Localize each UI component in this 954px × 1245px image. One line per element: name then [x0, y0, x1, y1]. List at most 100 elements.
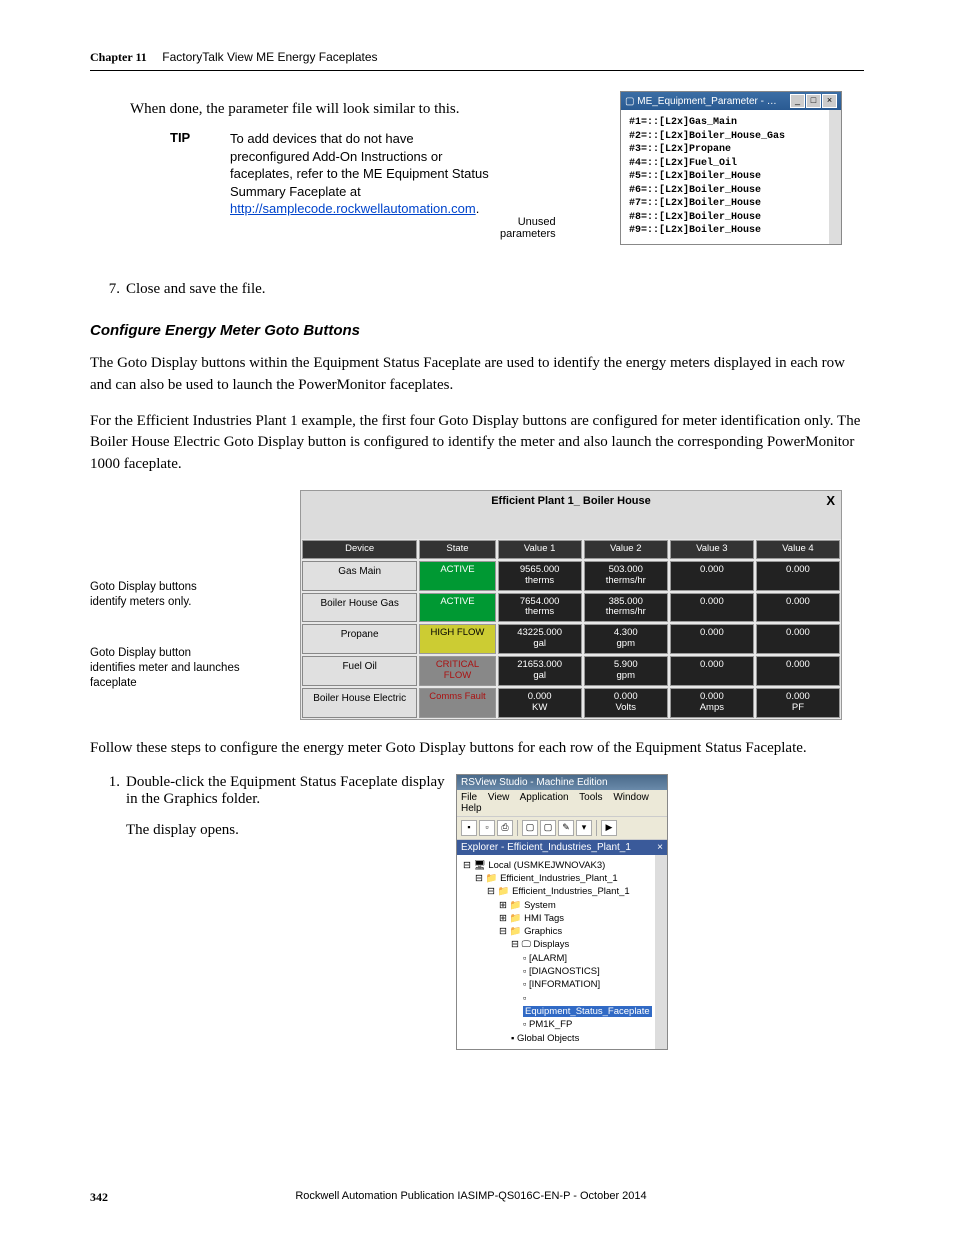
param-line: #6=::[L2x]Boiler_House	[629, 184, 821, 198]
faceplate-row: Boiler House ElectricComms Fault0.000 KW…	[301, 687, 841, 719]
faceplate-callouts: Goto Display buttons identify meters onl…	[90, 490, 300, 719]
toolbar-button[interactable]: ▾	[576, 820, 592, 836]
state-cell: Comms Fault	[419, 688, 495, 718]
parameter-list: #1=::[L2x]Gas_Main #2=::[L2x]Boiler_Hous…	[621, 110, 841, 244]
tree-node[interactable]: ⊟ 📁 Efficient_Industries_Plant_1	[487, 885, 649, 898]
faceplate-row: Boiler House GasACTIVE7654.000 therms385…	[301, 592, 841, 624]
param-line: #5=::[L2x]Boiler_House	[629, 170, 821, 184]
state-cell: HIGH FLOW	[419, 624, 495, 654]
callout-line: faceplate	[90, 676, 300, 691]
chapter-label: Chapter 11	[90, 50, 147, 64]
parameter-window-title: ME_Equipment_Parameter - …	[637, 96, 777, 107]
tree-node[interactable]: ▪ Global Objects	[511, 1032, 649, 1045]
faceplate-table: Efficient Plant 1_ Boiler House X Device…	[300, 490, 842, 720]
maximize-icon[interactable]: □	[806, 94, 821, 108]
callout-line: identifies meter and launches	[90, 661, 300, 676]
goto-display-button[interactable]: Boiler House Electric	[302, 688, 417, 718]
value-cell: 0.000 KW	[498, 688, 582, 718]
toolbar-button[interactable]: ▢	[540, 820, 556, 836]
state-cell: ACTIVE	[419, 561, 495, 591]
faceplate-titlebar: Efficient Plant 1_ Boiler House X	[301, 491, 841, 511]
toolbar-button[interactable]: ▫	[479, 820, 495, 836]
explorer-title-text: Explorer - Efficient_Industries_Plant_1	[461, 842, 631, 853]
faceplate-title: Efficient Plant 1_ Boiler House	[491, 495, 651, 507]
menu-item[interactable]: Tools	[579, 792, 602, 803]
tree-node[interactable]: ⊞ 📁 HMI Tags	[499, 912, 649, 925]
unused-line2: parameters	[500, 228, 556, 240]
value-cell: 503.000 therms/hr	[584, 561, 668, 591]
tree-leaf[interactable]: ▫ [ALARM]	[523, 952, 649, 965]
value-cell: 0.000 Amps	[670, 688, 754, 718]
param-line: #3=::[L2x]Propane	[629, 143, 821, 157]
tree-leaf[interactable]: ▫ [DIAGNOSTICS]	[523, 965, 649, 978]
callout-line: identify meters only.	[90, 595, 300, 610]
toolbar-button[interactable]: ▢	[522, 820, 538, 836]
paragraph: For the Efficient Industries Plant 1 exa…	[90, 411, 864, 476]
faceplate-row: Gas MainACTIVE9565.000 therms503.000 the…	[301, 560, 841, 592]
goto-display-button[interactable]: Boiler House Gas	[302, 593, 417, 623]
tree-node[interactable]: ⊟ 📁 Efficient_Industries_Plant_1	[475, 872, 649, 885]
value-cell: 5.900 gpm	[584, 656, 668, 686]
tree-leaf-selected[interactable]: ▫ Equipment_Status_Faceplate	[523, 992, 649, 1019]
value-cell: 0.000	[756, 561, 840, 591]
step-text: Double-click the Equipment Status Facepl…	[126, 774, 446, 808]
tree-node[interactable]: ⊟ 📁 Graphics	[499, 925, 649, 938]
menu-item[interactable]: View	[488, 792, 510, 803]
state-cell: ACTIVE	[419, 593, 495, 623]
value-cell: 0.000	[756, 624, 840, 654]
tree-leaf[interactable]: ▫ [INFORMATION]	[523, 978, 649, 991]
step-number: 1.	[100, 774, 120, 1050]
tree-node[interactable]: ⊞ 📁 System	[499, 899, 649, 912]
goto-display-button[interactable]: Propane	[302, 624, 417, 654]
tip-tail: .	[476, 201, 480, 216]
rsview-menubar: File View Application Tools Window Help	[457, 790, 667, 817]
faceplate-row: Fuel OilCRITICAL FLOW21653.000 gal5.900 …	[301, 655, 841, 687]
toolbar-button[interactable]: ⎙	[497, 820, 513, 836]
step-text: Close and save the file.	[126, 281, 266, 298]
toolbar-button[interactable]: ▪	[461, 820, 477, 836]
goto-display-button[interactable]: Fuel Oil	[302, 656, 417, 686]
rsview-toolbar: ▪ ▫ ⎙ ▢ ▢ ✎ ▾ ▶	[457, 817, 667, 840]
step-1: 1. Double-click the Equipment Status Fac…	[100, 774, 864, 1050]
param-line: #1=::[L2x]Gas_Main	[629, 116, 821, 130]
tree-leaf[interactable]: ▫ PM1K_FP	[523, 1018, 649, 1031]
param-line: #7=::[L2x]Boiler_House	[629, 197, 821, 211]
tree-node[interactable]: ⊟ 🖥 Local (USMKEJWNOVAK3)	[463, 859, 649, 872]
toolbar-button[interactable]: ✎	[558, 820, 574, 836]
menu-item[interactable]: Window	[613, 792, 649, 803]
value-cell: 385.000 therms/hr	[584, 593, 668, 623]
param-line: #2=::[L2x]Boiler_House_Gas	[629, 130, 821, 144]
tip-body: To add devices that do not have preconfi…	[230, 130, 490, 218]
step-number: 7.	[100, 281, 120, 298]
close-icon[interactable]: ×	[822, 94, 837, 108]
rsview-titlebar: RSView Studio - Machine Edition	[457, 775, 667, 790]
tree-node[interactable]: ⊟ 🖵 Displays	[511, 938, 649, 951]
col-header: Value 3	[670, 540, 754, 559]
publication-info: Rockwell Automation Publication IASIMP-Q…	[295, 1190, 646, 1205]
close-icon[interactable]: X	[826, 493, 835, 508]
rsview-window: RSView Studio - Machine Edition File Vie…	[456, 774, 668, 1050]
close-icon[interactable]: ×	[657, 842, 663, 853]
file-icon: ▢	[625, 96, 634, 107]
value-cell: 0.000	[670, 561, 754, 591]
menu-item[interactable]: File	[461, 792, 477, 803]
col-header: State	[419, 540, 495, 559]
toolbar-button[interactable]: ▶	[601, 820, 617, 836]
page-footer: 342 Rockwell Automation Publication IASI…	[90, 1190, 864, 1205]
value-cell: 21653.000 gal	[498, 656, 582, 686]
menu-item[interactable]: Application	[520, 792, 569, 803]
state-cell: CRITICAL FLOW	[419, 656, 495, 686]
goto-display-button[interactable]: Gas Main	[302, 561, 417, 591]
param-line: #4=::[L2x]Fuel_Oil	[629, 157, 821, 171]
chapter-title: FactoryTalk View ME Energy Faceplates	[162, 50, 377, 64]
callout-line: Goto Display button	[90, 646, 300, 661]
minimize-icon[interactable]: _	[790, 94, 805, 108]
paragraph: Follow these steps to configure the ener…	[90, 738, 864, 760]
value-cell: 9565.000 therms	[498, 561, 582, 591]
col-header: Value 2	[584, 540, 668, 559]
tip-label: TIP	[170, 130, 230, 218]
tip-link[interactable]: http://samplecode.rockwellautomation.com	[230, 201, 476, 216]
menu-item[interactable]: Help	[461, 803, 482, 814]
page-number: 342	[90, 1190, 108, 1205]
step-subtext: The display opens.	[126, 822, 446, 839]
